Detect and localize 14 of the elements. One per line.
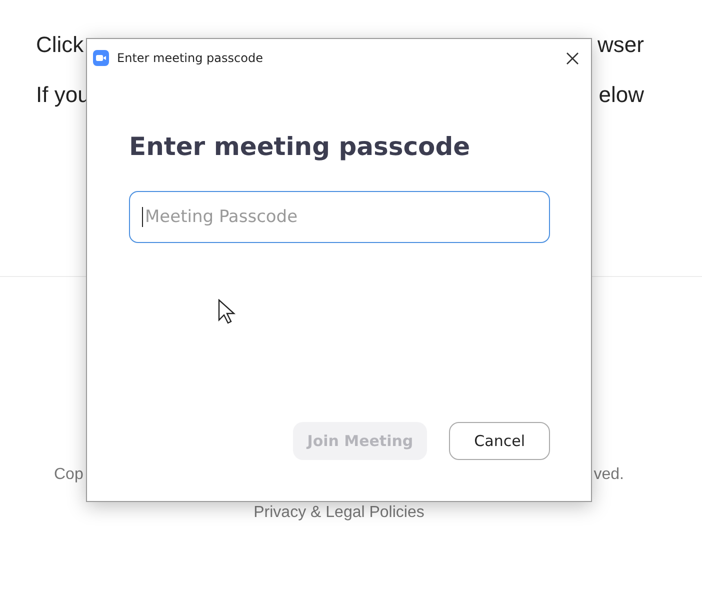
passcode-field[interactable]: Meeting Passcode	[129, 191, 550, 243]
app-logo-icon	[93, 50, 109, 66]
cancel-button[interactable]: Cancel	[449, 422, 550, 460]
page-text: wser	[598, 32, 644, 58]
close-icon[interactable]	[566, 52, 579, 64]
window-title: Enter meeting passcode	[117, 51, 264, 65]
mouse-cursor-icon	[218, 299, 236, 325]
copyright-text: ved.	[594, 466, 624, 484]
policies-link[interactable]: Privacy & Legal Policies	[254, 504, 424, 522]
page-text: Click	[36, 32, 84, 58]
copyright-text: Cop	[54, 466, 84, 484]
text-caret	[142, 207, 143, 227]
page-text: elow	[598, 82, 644, 108]
dialog-heading: Enter meeting passcode	[129, 132, 472, 161]
